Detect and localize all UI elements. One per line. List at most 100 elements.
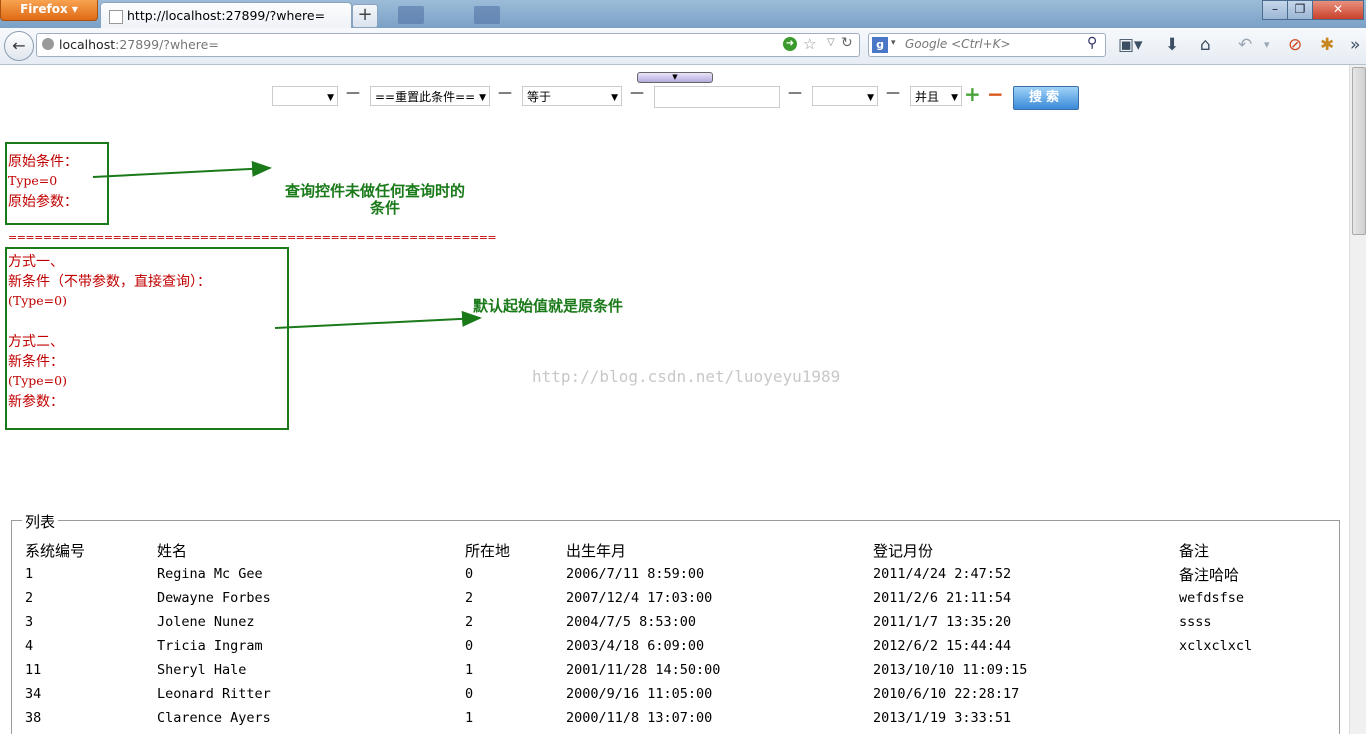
table-cell: ssss — [1179, 614, 1212, 630]
reload-icon[interactable]: ↻ — [841, 35, 853, 51]
more-tools-icon[interactable]: » — [1350, 35, 1360, 55]
method2-value: (Type=0) — [8, 373, 67, 388]
method1-title: 方式一、 — [8, 254, 64, 270]
method1-value: (Type=0) — [8, 293, 67, 308]
table-cell: 1 — [465, 662, 474, 678]
tab-current[interactable]: http://localhost:27899/?where= — [100, 2, 352, 29]
close-window-button[interactable]: ✕ — [1312, 0, 1364, 20]
maximize-button[interactable]: ❐ — [1287, 0, 1313, 20]
method1-description: 新条件（不带参数，直接查询）： — [8, 274, 211, 290]
table-cell: wefdsfse — [1179, 590, 1245, 606]
table-cell: 38 — [25, 710, 42, 726]
table-cell: 0 — [465, 566, 474, 582]
separator-dash: — — [788, 85, 802, 101]
engine-dropdown-icon[interactable]: ▾ — [891, 38, 896, 48]
table-cell: Sheryl Hale — [157, 662, 247, 678]
table-cell: 2011/1/7 13:35:20 — [873, 614, 1012, 630]
background-thumbnail — [474, 6, 500, 24]
search-button[interactable]: 搜索 — [1013, 86, 1079, 110]
method2-params-label: 新参数： — [8, 394, 64, 410]
table-cell: 0 — [465, 638, 474, 654]
table-cell: 2003/4/18 6:09:00 — [566, 638, 705, 654]
undo-dropdown-icon[interactable]: ▾ — [1264, 38, 1270, 51]
remove-condition-minus-icon[interactable]: − — [987, 82, 1004, 106]
go-arrow-icon[interactable]: ➜ — [783, 37, 797, 51]
table-cell: 2006/7/11 8:59:00 — [566, 566, 705, 582]
table-cell: 2000/9/16 11:05:00 — [566, 686, 713, 702]
back-arrow-icon[interactable]: ← — [4, 31, 34, 61]
table-cell: 2011/4/24 2:47:52 — [873, 566, 1012, 582]
table-cell: 2013/1/19 3:33:51 — [873, 710, 1012, 726]
method2-condition-label: 新条件： — [8, 354, 64, 370]
search-bar[interactable]: g ▾ Google <Ctrl+K> ⚲ — [868, 33, 1106, 57]
firefox-menu-label: Firefox — [20, 2, 68, 16]
arrow-to-annotation1 — [92, 160, 272, 178]
background-thumbnail — [398, 6, 424, 24]
add-condition-plus-icon[interactable]: + — [964, 82, 981, 106]
table-cell: 11 — [25, 662, 42, 678]
url-host: localhost — [59, 37, 116, 52]
table-cell: 3 — [25, 614, 34, 630]
annotation-original-line2: 条件 — [370, 199, 401, 217]
table-cell: Tricia Ingram — [157, 638, 263, 654]
google-engine-icon[interactable]: g — [872, 37, 888, 53]
firefox-menu-button[interactable]: Firefox ▾ — [0, 0, 98, 21]
search-placeholder: Google <Ctrl+K> — [905, 37, 1011, 51]
bookmarks-icon[interactable]: ▣▾ — [1118, 35, 1143, 55]
page-content: ▼ ▼ — ==重置此条件== ▼ — 等于 ▼ — — ▼ — 并且 ▼ + − 搜… — [0, 65, 1349, 734]
home-icon[interactable]: ⌂ — [1200, 35, 1211, 55]
column-header-id: 系统编号 — [25, 542, 86, 560]
table-cell: Clarence Ayers — [157, 710, 271, 726]
table-cell: 2 — [25, 590, 34, 606]
site-identity-icon[interactable] — [42, 38, 54, 50]
minimize-button[interactable]: – — [1262, 0, 1288, 20]
separator-line: ========================================… — [8, 231, 497, 244]
field2-select[interactable]: ▼ — [812, 86, 878, 106]
table-cell: Leonard Ritter — [157, 686, 271, 702]
history-dropdown-icon[interactable]: ▽ — [827, 37, 835, 48]
vertical-scrollbar[interactable] — [1349, 65, 1366, 734]
chevron-down-icon: ▼ — [951, 93, 958, 103]
method2-title: 方式二、 — [8, 334, 64, 350]
scrollbar-thumb[interactable] — [1352, 67, 1366, 235]
logic-select[interactable]: 并且 ▼ — [910, 86, 962, 106]
table-cell: 2001/11/28 14:50:00 — [566, 662, 721, 678]
downloads-icon[interactable]: ⬇ — [1165, 35, 1179, 55]
table-cell: 2000/11/8 13:07:00 — [566, 710, 713, 726]
table-cell: 2 — [465, 614, 474, 630]
table-cell: 1 — [25, 566, 34, 582]
table-cell: Dewayne Forbes — [157, 590, 271, 606]
table-cell: 2011/2/6 21:11:54 — [873, 590, 1012, 606]
url-rest: :27899/?where= — [115, 37, 219, 52]
tab-title: http://localhost:27899/?where= — [127, 8, 326, 23]
table-cell: 1 — [465, 710, 474, 726]
table-cell: 4 — [25, 638, 34, 654]
separator-dash: — — [886, 85, 900, 101]
address-bar[interactable]: localhost:27899/?where= ➜ ☆ ▽ ↻ — [36, 33, 860, 57]
watermark-text: http://blog.csdn.net/luoyeyu1989 — [532, 367, 841, 386]
addon-block-icon[interactable]: ⊘ — [1288, 35, 1302, 55]
table-cell: Jolene Nunez — [157, 614, 255, 630]
column-header-location: 所在地 — [465, 542, 511, 560]
column-header-name: 姓名 — [157, 542, 188, 560]
search-magnifier-icon[interactable]: ⚲ — [1087, 35, 1097, 51]
column-header-remark: 备注 — [1179, 542, 1210, 560]
bookmark-star-icon[interactable]: ☆ — [803, 35, 816, 53]
new-tab-button[interactable]: + — [352, 4, 378, 28]
table-cell: 2 — [465, 590, 474, 606]
table-cell: 2007/12/4 17:03:00 — [566, 590, 713, 606]
table-cell: 2012/6/2 15:44:44 — [873, 638, 1012, 654]
addon-firebug-icon[interactable]: ✱ — [1320, 35, 1334, 55]
table-cell: 备注哈哈 — [1179, 566, 1240, 584]
column-header-birth: 出生年月 — [566, 542, 627, 560]
page-icon — [109, 10, 123, 24]
table-cell: 2010/6/10 22:28:17 — [873, 686, 1020, 702]
table-cell: 2004/7/5 8:53:00 — [566, 614, 697, 630]
chevron-down-icon: ▼ — [867, 93, 874, 103]
table-cell: 2013/10/10 11:09:15 — [873, 662, 1028, 678]
arrow-to-annotation2 — [274, 310, 482, 329]
list-legend: 列表 — [22, 511, 59, 532]
column-header-registered: 登记月份 — [873, 542, 934, 560]
table-cell: xclxclxcl — [1179, 638, 1253, 654]
undo-icon[interactable]: ↶ — [1238, 35, 1252, 55]
